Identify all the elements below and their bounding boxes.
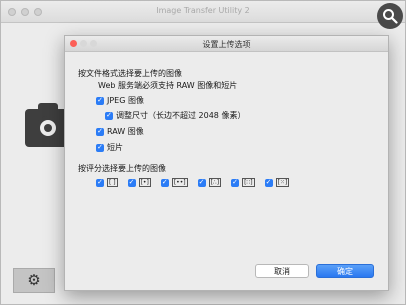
cancel-button[interactable]: 取消 <box>255 264 309 278</box>
search-button[interactable] <box>377 3 403 29</box>
ok-button[interactable]: 确定 <box>316 264 374 278</box>
movie-checkbox[interactable]: ✓ <box>96 143 104 152</box>
rating-option[interactable]: ✓ [••] <box>160 178 188 187</box>
settings-button[interactable]: ⚙ <box>13 268 55 293</box>
raw-option[interactable]: ✓ RAW 图像 <box>96 126 144 137</box>
raw-label: RAW 图像 <box>107 127 144 136</box>
jpeg-option[interactable]: ✓ JPEG 图像 <box>96 95 144 106</box>
rating-option[interactable]: ✓ [⁙] <box>264 178 290 187</box>
rating-checkbox[interactable]: ✓ <box>264 178 273 187</box>
rating-2-star-icon: [••] <box>171 178 188 187</box>
resize-label: 调整尺寸（长边不超过 2048 像素） <box>116 111 246 120</box>
rating-4-star-icon: [∷] <box>242 178 255 187</box>
movie-label: 短片 <box>107 143 123 152</box>
rating-option[interactable]: ✓ [ ] <box>96 178 118 187</box>
search-icon <box>383 9 398 24</box>
resize-option[interactable]: ✓ 调整尺寸（长边不超过 2048 像素） <box>105 110 245 121</box>
format-note: Web 服务端必须支持 RAW 图像和短片 <box>98 81 238 90</box>
format-heading: 按文件格式选择要上传的图像 <box>78 69 182 78</box>
rating-none-icon: [ ] <box>107 178 118 187</box>
rating-checkbox[interactable]: ✓ <box>127 178 136 187</box>
rating-option[interactable]: ✓ [∷] <box>231 178 255 187</box>
rating-checkbox[interactable]: ✓ <box>96 178 104 187</box>
raw-checkbox[interactable]: ✓ <box>96 127 104 136</box>
rating-5-star-icon: [⁙] <box>275 178 290 187</box>
gear-icon: ⚙ <box>27 271 41 289</box>
rating-option[interactable]: ✓ [•] <box>127 178 151 187</box>
rating-checkbox[interactable]: ✓ <box>231 178 240 187</box>
jpeg-label: JPEG 图像 <box>107 96 144 105</box>
movie-option[interactable]: ✓ 短片 <box>96 142 123 153</box>
resize-checkbox[interactable]: ✓ <box>105 111 113 120</box>
rating-options: ✓ [ ] ✓ [•] ✓ [••] ✓ [∴] ✓ [∷] ✓ [⁙] <box>96 178 299 187</box>
rating-checkbox[interactable]: ✓ <box>197 178 206 187</box>
dialog-title: 设置上传选项 <box>202 40 251 49</box>
rating-3-star-icon: [∴] <box>208 178 222 187</box>
rating-checkbox[interactable]: ✓ <box>160 178 169 187</box>
upload-options-dialog: 设置上传选项 按文件格式选择要上传的图像 Web 服务端必须支持 RAW 图像和… <box>64 35 389 291</box>
rating-heading: 按评分选择要上传的图像 <box>78 164 166 173</box>
main-window-title: Image Transfer Utility 2 <box>156 6 250 15</box>
main-titlebar: Image Transfer Utility 2 <box>1 1 405 23</box>
jpeg-checkbox[interactable]: ✓ <box>96 96 104 105</box>
rating-option[interactable]: ✓ [∴] <box>197 178 222 187</box>
dialog-titlebar: 设置上传选项 <box>65 36 388 52</box>
rating-1-star-icon: [•] <box>138 178 151 187</box>
